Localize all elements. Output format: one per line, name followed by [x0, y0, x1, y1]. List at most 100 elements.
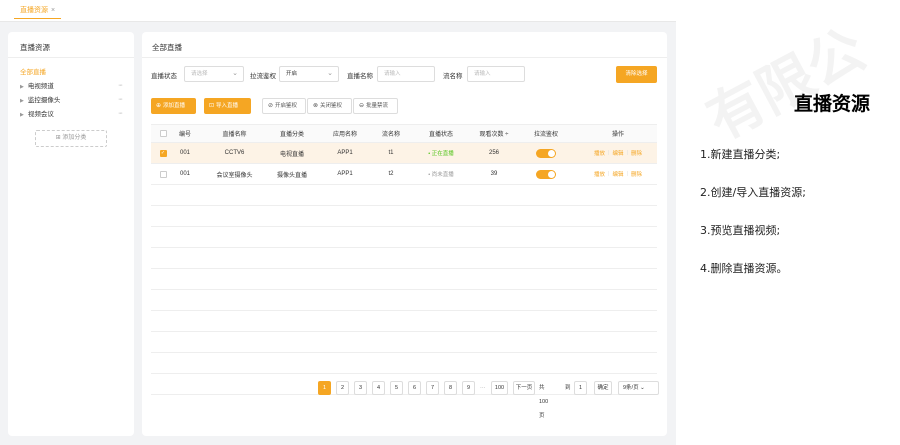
side-step-1: 1.新建直播分类; [700, 148, 781, 161]
goto-confirm-button[interactable]: 确定 [594, 381, 612, 395]
page-9[interactable]: 9 [462, 381, 475, 395]
close-icon[interactable]: × [51, 7, 55, 14]
divider: | [608, 150, 610, 156]
empty-row [151, 311, 657, 332]
page-6[interactable]: 6 [408, 381, 421, 395]
enable-auth-button[interactable]: ⊘ 开启鉴权 [262, 98, 306, 114]
col-status[interactable]: 直播状态 [415, 125, 467, 142]
page-3[interactable]: 3 [354, 381, 367, 395]
cell-stream: t2 [388, 171, 394, 177]
auth-toggle-cell [523, 143, 569, 163]
category-panel: 直播资源 全部直播 ▶ 电视频道 ··· ▶ 监控摄像头 ··· ▶ 视频会议 ···… [8, 32, 134, 436]
header-checkbox-cell [157, 125, 169, 142]
delete-link[interactable]: 删除 [631, 170, 642, 178]
side-step-2: 2.创建/导入直播资源; [700, 186, 806, 199]
disable-auth-label: 关闭鉴权 [320, 103, 343, 109]
page-2[interactable]: 2 [336, 381, 349, 395]
main-panel: 全部直播 直播状态 请选择 ⌄ 拉流鉴权 开启 ⌄ 直播名称 请输入 流名称 请输入… [142, 32, 667, 436]
tree-item-tv[interactable]: ▶ 电视频道 ··· [20, 78, 123, 92]
stream-input[interactable]: 请输入 [467, 66, 525, 82]
cell-views: 256 [488, 150, 499, 156]
divider: | [626, 171, 628, 177]
close-circle-icon: ⊗ [313, 103, 319, 109]
side-step-4: 4.删除直播资源。 [700, 262, 788, 275]
play-link[interactable]: 播放 [594, 149, 605, 157]
status-select[interactable]: 请选择 ⌄ [184, 66, 244, 82]
add-live-button[interactable]: ⊕ 添加直播 [151, 98, 196, 114]
page-title: 全部直播 [142, 32, 667, 58]
page-8[interactable]: 8 [444, 381, 457, 395]
play-link[interactable]: 播放 [594, 170, 605, 178]
stream-input-placeholder: 请输入 [474, 71, 491, 77]
category-panel-title: 直播资源 [8, 32, 134, 58]
empty-row [151, 227, 657, 248]
page-1[interactable]: 1 [318, 381, 331, 395]
more-icon[interactable]: ··· [118, 110, 123, 117]
batch-disable-label: 批量禁流 [366, 103, 389, 109]
next-page-button[interactable]: 下一页 [513, 381, 535, 395]
edit-link[interactable]: 编辑 [612, 149, 623, 157]
page-last[interactable]: 100 [491, 381, 508, 395]
stream-filter-label: 流名称 [443, 73, 463, 80]
tree-item-camera[interactable]: ▶ 监控摄像头 ··· [20, 92, 123, 106]
page-4[interactable]: 4 [372, 381, 385, 395]
tree-item-meeting[interactable]: ▶ 视频会议 ··· [20, 106, 123, 120]
tab-live-resources[interactable]: 直播资源 × [14, 3, 62, 19]
row-checkbox[interactable] [159, 170, 167, 178]
status-select-placeholder: 请选择 [191, 71, 208, 77]
delete-link[interactable]: 删除 [631, 149, 642, 157]
col-auth: 拉流鉴权 [533, 132, 558, 138]
edit-link[interactable]: 编辑 [612, 170, 623, 178]
col-id: 编号 [178, 132, 191, 138]
col-views[interactable]: 观看次数 ÷ [471, 125, 517, 142]
goto-label: 到 [565, 385, 571, 391]
empty-row [151, 290, 657, 311]
row-checkbox[interactable]: ✓ [159, 149, 167, 157]
category-tree: 全部直播 ▶ 电视频道 ··· ▶ 监控摄像头 ··· ▶ 视频会议 ··· ⊞ 添加… [8, 58, 134, 153]
tab-label: 直播资源 [20, 7, 48, 14]
auth-toggle[interactable] [536, 169, 556, 179]
total-pages: 共100页 [539, 385, 549, 419]
divider: | [608, 171, 610, 177]
disable-auth-button[interactable]: ⊗ 关闭鉴权 [307, 98, 352, 114]
clear-selection-button[interactable]: 清除选择 [616, 66, 657, 83]
table-row[interactable]: ✓ 001 CCTV6 电视直播 APP1 t1 • 正在直播 256 播放 | … [151, 143, 657, 164]
tree-item-label: 电视频道 [27, 83, 54, 90]
more-icon[interactable]: ··· [118, 96, 123, 103]
cell-id: 001 [179, 150, 190, 156]
chevron-down-icon: ⌄ [232, 70, 238, 77]
cell-id: 001 [179, 171, 190, 177]
auth-select[interactable]: 开启 ⌄ [279, 66, 339, 82]
divider: | [626, 150, 628, 156]
empty-row [151, 206, 657, 227]
tree-item-label: 视频会议 [27, 111, 54, 118]
page-7[interactable]: 7 [426, 381, 439, 395]
name-input[interactable]: 请输入 [377, 66, 435, 82]
status-filter-label: 直播状态 [151, 73, 177, 80]
row-checkbox-cell [157, 164, 169, 184]
cell-status: • 尚未直播 [428, 172, 454, 178]
page-5[interactable]: 5 [390, 381, 403, 395]
import-live-button[interactable]: ⊡ 导入直播 [204, 98, 251, 114]
add-category-button[interactable]: ⊞ 添加分类 [35, 130, 107, 147]
batch-disable-button[interactable]: ⊖ 批量禁流 [353, 98, 398, 114]
auth-toggle[interactable] [536, 148, 556, 158]
side-title: 直播资源 [794, 93, 871, 115]
table-header: 编号 直播名称 直播分类 应用名称 流名称 直播状态 观看次数 ÷ 拉流鉴权 操… [151, 124, 657, 143]
page-ellipsis[interactable]: ··· [480, 381, 486, 395]
side-step-3: 3.预览直播视频; [700, 224, 781, 237]
caret-right-icon[interactable]: ▶ [20, 112, 24, 118]
caret-right-icon[interactable]: ▶ [20, 98, 24, 104]
empty-row [151, 269, 657, 290]
select-all-checkbox[interactable] [159, 130, 167, 137]
goto-page-input[interactable]: 1 [574, 381, 587, 395]
col-stream: 流名称 [381, 132, 400, 138]
tree-item-all[interactable]: 全部直播 [20, 64, 122, 78]
more-icon[interactable]: ··· [118, 82, 123, 89]
page-size-select[interactable]: 9条/页 ⌄ [618, 381, 659, 395]
caret-right-icon[interactable]: ▶ [20, 84, 24, 90]
table-row[interactable]: 001 会议室摄像头 摄像头直播 APP1 t2 • 尚未直播 39 播放 | 编… [151, 164, 657, 185]
filter-bar: 直播状态 请选择 ⌄ 拉流鉴权 开启 ⌄ 直播名称 请输入 流名称 请输入 清除选择 [151, 66, 657, 84]
cell-category: 摄像头直播 [276, 172, 307, 179]
cell-name: 会议室摄像头 [216, 172, 253, 179]
